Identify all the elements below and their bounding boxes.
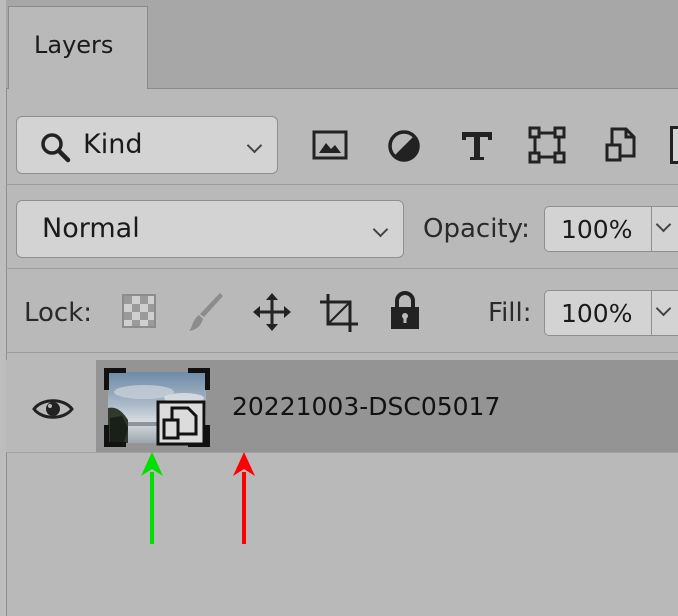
lock-artboard-icon[interactable] (318, 292, 362, 334)
lock-image-pixels-icon[interactable] (186, 290, 226, 334)
search-icon (41, 133, 71, 163)
opacity-field[interactable]: 100% (544, 206, 652, 252)
divider (6, 452, 678, 453)
type-filter-icon[interactable] (460, 128, 494, 162)
fill-field[interactable]: 100% (544, 290, 652, 336)
image-filter-icon[interactable] (312, 130, 348, 160)
blend-mode-dropdown[interactable]: Normal (16, 200, 404, 258)
chevron-down-icon (372, 221, 389, 238)
adjustment-filter-icon[interactable] (386, 128, 422, 164)
green-arrow-annotation (141, 452, 163, 544)
chevron-down-icon (655, 300, 672, 317)
opacity-slider-toggle[interactable] (652, 206, 678, 252)
lock-all-icon[interactable] (388, 290, 422, 332)
tab-layers-label: Layers (34, 31, 114, 59)
fill-slider-toggle[interactable] (652, 290, 678, 336)
chevron-down-icon (655, 216, 672, 233)
filter-toggle-switch[interactable] (670, 126, 678, 164)
smart-object-filter-icon[interactable] (604, 126, 638, 164)
fill-label: Fill: (488, 298, 532, 328)
opacity-value: 100% (561, 215, 633, 244)
lock-transparent-pixels-icon[interactable] (122, 294, 156, 328)
lock-label: Lock: (24, 298, 93, 328)
layer-thumbnail[interactable] (104, 368, 210, 447)
blend-mode-value: Normal (42, 213, 140, 244)
filter-kind-dropdown[interactable]: Kind (16, 116, 278, 174)
filter-kind-label: Kind (83, 129, 143, 160)
chevron-down-icon (246, 137, 263, 154)
divider (6, 184, 678, 185)
red-arrow-annotation (233, 452, 255, 544)
opacity-label: Opacity: (423, 214, 530, 244)
lock-position-icon[interactable] (252, 292, 292, 332)
divider (6, 352, 678, 353)
layer-name[interactable]: 20221003-DSC05017 (232, 392, 500, 421)
divider (6, 268, 678, 269)
fill-value: 100% (561, 299, 633, 328)
shape-filter-icon[interactable] (528, 126, 566, 164)
tab-layers[interactable]: Layers (8, 6, 148, 89)
eye-icon[interactable] (32, 396, 74, 422)
